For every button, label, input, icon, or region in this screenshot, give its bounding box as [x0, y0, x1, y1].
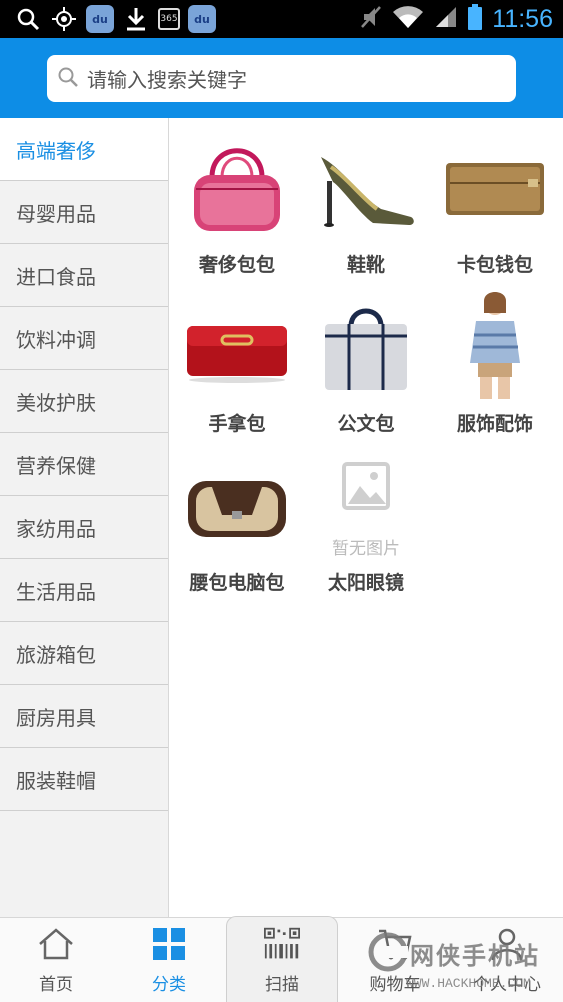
home-icon — [38, 926, 74, 962]
grid-item-label: 服饰配饰 — [456, 413, 533, 435]
status-bar: du 365 du 11:56 — [0, 0, 563, 38]
wallet-image — [435, 132, 555, 242]
sidebar-item-beauty[interactable]: 美妆护肤 — [0, 370, 168, 433]
grid-item-label: 卡包钱包 — [456, 254, 533, 276]
search-placeholder: 请输入搜索关键字 — [87, 68, 247, 92]
model-image — [435, 291, 555, 401]
status-notifications: du 365 du — [0, 5, 216, 33]
sidebar-item-daily-goods[interactable]: 生活用品 — [0, 559, 168, 622]
sidebar-item-apparel[interactable]: 服装鞋帽 — [0, 748, 168, 811]
grid-item-label: 鞋靴 — [346, 254, 385, 276]
high-heel-image — [306, 132, 426, 242]
search-icon — [57, 66, 79, 92]
grid-item-sunglasses[interactable]: 暂无图片 太阳眼镜 — [301, 442, 431, 598]
clutch-image — [177, 291, 297, 401]
grid-item-luxury-bags[interactable]: 奢侈包包 — [172, 124, 302, 280]
no-image-text: 暂无图片 — [332, 539, 400, 559]
baidu-icon-2: du — [188, 5, 216, 33]
tab-home[interactable]: 首页 — [0, 918, 112, 1002]
category-icon — [151, 926, 187, 962]
bottom-nav: 首页 分类 扫描 购物车 个人中心 网侠手机站 WWW.HACKHOME.COM — [0, 916, 563, 1002]
sidebar-item-luxury[interactable]: 高端奢侈 — [0, 118, 168, 181]
grid-item-shoes[interactable]: 鞋靴 — [301, 124, 431, 280]
watermark-url: WWW.HACKHOME.COM — [406, 976, 531, 991]
sidebar-item-kitchen[interactable]: 厨房用具 — [0, 685, 168, 748]
download-icon — [122, 5, 150, 33]
briefcase-image — [306, 291, 426, 401]
search-icon — [14, 5, 42, 33]
sidebar-item-baby[interactable]: 母婴用品 — [0, 181, 168, 244]
watermark-text: 网侠手机站 — [410, 942, 540, 970]
wifi-icon — [392, 5, 424, 33]
no-image-placeholder: 暂无图片 — [306, 450, 426, 560]
grid-item-label: 公文包 — [337, 413, 395, 435]
clock: 11:56 — [492, 4, 553, 33]
grid-item-label: 腰包电脑包 — [189, 572, 285, 594]
watermark: 网侠手机站 WWW.HACKHOME.COM — [368, 926, 563, 1002]
tab-scan[interactable]: 扫描 — [226, 918, 338, 1002]
mute-icon — [360, 5, 382, 33]
tab-category-label: 分类 — [152, 975, 186, 995]
grid-item-label: 奢侈包包 — [198, 254, 275, 276]
tab-category[interactable]: 分类 — [113, 918, 225, 1002]
grid-item-waist-laptop-bags[interactable]: 腰包电脑包 — [172, 442, 302, 598]
search-input[interactable]: 请输入搜索关键字 — [47, 55, 516, 102]
grid-item-apparel-accessories[interactable]: 服饰配饰 — [430, 283, 560, 439]
sidebar-item-health[interactable]: 营养保健 — [0, 433, 168, 496]
grid-item-label: 手拿包 — [208, 413, 266, 435]
tab-scan-label: 扫描 — [265, 975, 299, 995]
tab-home-label: 首页 — [39, 975, 73, 995]
signal-icon — [434, 5, 458, 33]
battery-icon — [468, 4, 483, 34]
calendar-icon: 365 — [158, 8, 180, 30]
handbag-image — [177, 132, 297, 242]
grid-item-label: 太阳眼镜 — [327, 572, 404, 594]
watermark-logo-icon — [368, 932, 408, 972]
category-sidebar: 高端奢侈 母婴用品 进口食品 饮料冲调 美妆护肤 营养保健 家纺用品 生活用品 … — [0, 118, 169, 917]
status-system: 11:56 — [360, 0, 553, 38]
sidebar-item-luggage[interactable]: 旅游箱包 — [0, 622, 168, 685]
sidebar-item-home-textiles[interactable]: 家纺用品 — [0, 496, 168, 559]
subcategory-grid: 奢侈包包 鞋靴 卡包钱包 手拿包 公文包 服饰配饰 腰包电脑包 暂无图片 太阳眼… — [170, 118, 563, 917]
baidu-icon: du — [86, 5, 114, 33]
sidebar-item-imported-food[interactable]: 进口食品 — [0, 244, 168, 307]
sidebar-item-beverages[interactable]: 饮料冲调 — [0, 307, 168, 370]
location-icon — [50, 5, 78, 33]
qr-scan-icon — [264, 926, 300, 962]
grid-item-clutch[interactable]: 手拿包 — [172, 283, 302, 439]
grid-item-wallets[interactable]: 卡包钱包 — [430, 124, 560, 280]
waist-bag-image — [177, 450, 297, 560]
header: 请输入搜索关键字 — [0, 38, 563, 118]
grid-item-briefcase[interactable]: 公文包 — [301, 283, 431, 439]
